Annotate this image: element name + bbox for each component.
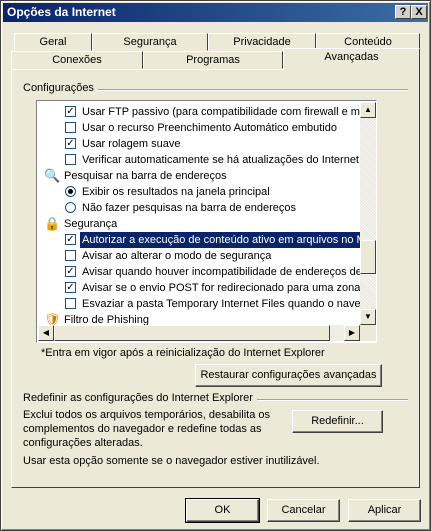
settings-option-row[interactable]: Usar o recurso Preenchimento Automático … — [38, 120, 360, 136]
settings-option-label: Avisar se o envio POST for redirecionado… — [82, 282, 360, 294]
restart-note: *Entra em vigor após a reinicialização d… — [41, 347, 325, 359]
settings-option-label: Autorizar a execução de conteúdo ativo e… — [80, 232, 360, 248]
settings-option-row[interactable]: ✓ Avisar quando houver incompatibilidade … — [38, 264, 360, 280]
checkbox-unchecked[interactable] — [65, 250, 76, 261]
reset-description-line-3: configurações alteradas. — [23, 437, 143, 449]
settings-option-label: Usar rolagem suave — [82, 138, 181, 150]
settings-group-header: 🔍 Pesquisar na barra de endereços — [38, 168, 360, 184]
settings-option-row[interactable]: Verificar automaticamente se há atualiza… — [38, 152, 360, 168]
settings-option-label: Segurança — [64, 218, 118, 230]
ok-button[interactable]: OK — [185, 498, 260, 523]
scroll-right-arrow-icon[interactable]: ▶ — [344, 325, 360, 341]
checkbox-unchecked[interactable] — [65, 298, 76, 309]
vertical-scrollbar[interactable]: ▲ ▼ — [360, 102, 376, 325]
reset-description-line-2: complementos do navegador e redefine tod… — [23, 423, 262, 435]
checkbox-checked[interactable]: ✓ — [65, 138, 76, 149]
settings-list[interactable]: ✓ Usar FTP passivo (para compatibilidade … — [36, 100, 377, 343]
settings-option-label: Esvaziar a pasta Temporary Internet File… — [82, 298, 360, 310]
settings-option-label: Usar FTP passivo (para compatibilidade c… — [82, 106, 360, 118]
settings-option-label: Avisar quando houver incompatibilidade d… — [82, 266, 360, 278]
settings-option-label: Exibir os resultados na janela principal — [82, 186, 270, 198]
settings-option-label: Filtro de Phishing — [64, 314, 149, 325]
radio-unselected[interactable] — [65, 202, 76, 213]
reset-group-label: Redefinir as configurações do Internet E… — [23, 392, 257, 404]
checkbox-unchecked[interactable] — [65, 154, 76, 165]
settings-option-label: Verificar automaticamente se há atualiza… — [82, 154, 360, 166]
scrollbar-corner — [360, 325, 376, 341]
settings-list-items: ✓ Usar FTP passivo (para compatibilidade … — [38, 102, 360, 325]
phishing-filter-icon: 🛡 — [44, 312, 61, 325]
settings-option-row[interactable]: Avisar ao alterar o modo de segurança — [38, 248, 360, 264]
lock-icon: 🔒 — [44, 216, 61, 231]
reset-button[interactable]: Redefinir... — [292, 410, 383, 433]
tab-programas[interactable]: Programas — [143, 51, 283, 69]
vertical-scroll-thumb[interactable] — [360, 240, 376, 274]
scroll-up-arrow-icon[interactable]: ▲ — [360, 102, 376, 118]
scroll-left-arrow-icon[interactable]: ◀ — [38, 325, 54, 341]
internet-options-dialog: Opções da Internet ? X Geral Segurança P… — [0, 0, 431, 531]
window-title: Opções da Internet — [7, 5, 116, 19]
settings-option-label: Usar o recurso Preenchimento Automático … — [82, 122, 337, 134]
close-button[interactable]: X — [411, 5, 427, 19]
tab-geral[interactable]: Geral — [14, 33, 92, 51]
checkbox-checked[interactable]: ✓ — [65, 234, 76, 245]
settings-group-label: Configurações — [23, 82, 98, 94]
settings-option-row[interactable]: ✓ Avisar se o envio POST for redirecionad… — [38, 280, 360, 296]
checkbox-checked[interactable]: ✓ — [65, 266, 76, 277]
settings-option-row[interactable]: ✓ Usar rolagem suave — [38, 136, 360, 152]
horizontal-scroll-thumb[interactable] — [54, 325, 330, 341]
settings-group-header: 🔒 Segurança — [38, 216, 360, 232]
checkbox-checked[interactable]: ✓ — [65, 282, 76, 293]
horizontal-scrollbar[interactable]: ◀ ▶ — [38, 325, 360, 341]
scroll-down-arrow-icon[interactable]: ▼ — [360, 309, 376, 325]
settings-option-row[interactable]: Exibir os resultados na janela principal — [38, 184, 360, 200]
search-icon: 🔍 — [44, 168, 61, 183]
tab-avancadas[interactable]: Avançadas — [283, 48, 420, 70]
settings-option-row[interactable]: ✓ Autorizar a execução de conteúdo ativo … — [38, 232, 360, 248]
cancel-button[interactable]: Cancelar — [267, 499, 340, 522]
settings-option-label: Não fazer pesquisas na barra de endereço… — [82, 202, 297, 214]
title-bar[interactable]: Opções da Internet ? X — [3, 3, 428, 22]
checkbox-unchecked[interactable] — [65, 122, 76, 133]
reset-description-line-1: Exclui todos os arquivos temporários, de… — [23, 409, 271, 421]
settings-option-row[interactable]: ✓ Usar FTP passivo (para compatibilidade … — [38, 104, 360, 120]
settings-option-row[interactable]: Esvaziar a pasta Temporary Internet File… — [38, 296, 360, 312]
settings-option-label: Avisar ao alterar o modo de segurança — [82, 250, 272, 262]
settings-group-header: 🛡 Filtro de Phishing — [38, 312, 360, 325]
tab-conexoes[interactable]: Conexões — [11, 51, 143, 69]
reset-usage-note: Usar esta opção somente se o navegador e… — [23, 455, 320, 467]
help-button[interactable]: ? — [395, 5, 411, 19]
tab-seguranca[interactable]: Segurança — [92, 33, 208, 51]
apply-button[interactable]: Aplicar — [348, 499, 421, 522]
settings-option-row[interactable]: Não fazer pesquisas na barra de endereço… — [38, 200, 360, 216]
settings-option-label: Pesquisar na barra de endereços — [64, 170, 227, 182]
radio-selected[interactable] — [65, 186, 76, 197]
checkbox-checked[interactable]: ✓ — [65, 106, 76, 117]
restore-advanced-settings-button[interactable]: Restaurar configurações avançadas — [195, 364, 382, 387]
